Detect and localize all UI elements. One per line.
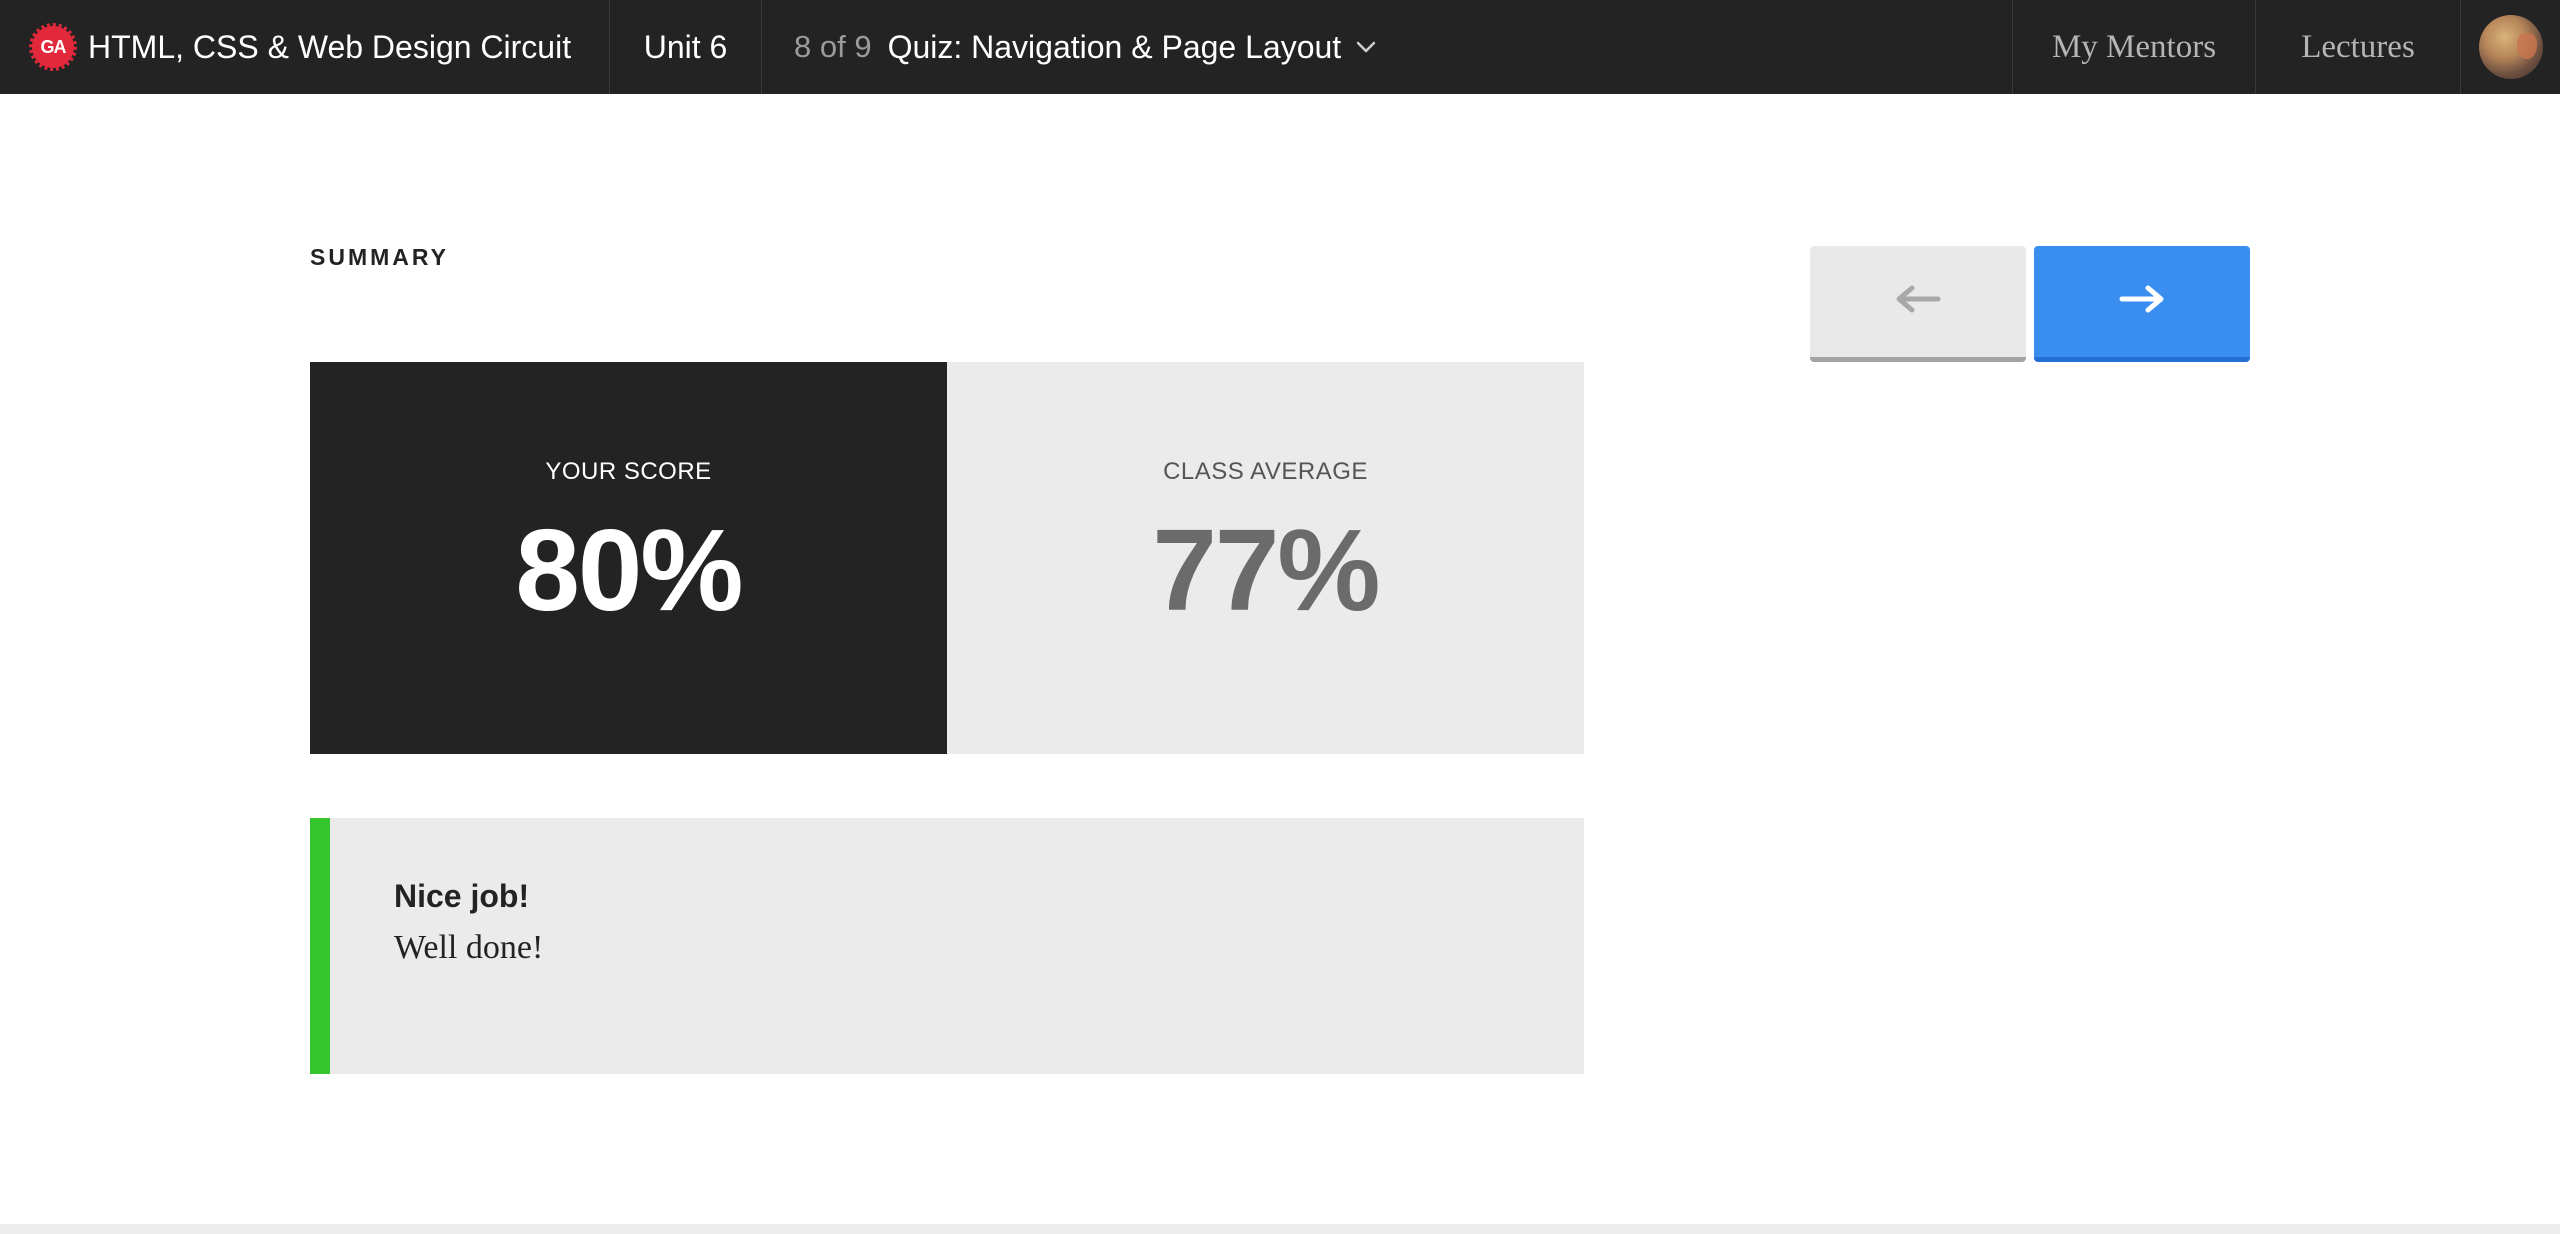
next-button[interactable] — [2034, 246, 2250, 362]
arrow-right-icon — [2118, 284, 2166, 319]
lesson-count: 8 of 9 — [794, 29, 872, 64]
feedback-title: Nice job! — [394, 878, 530, 914]
class-average-label: CLASS AVERAGE — [1163, 458, 1368, 485]
unit-label: Unit 6 — [643, 28, 728, 65]
chevron-down-icon — [1355, 36, 1377, 58]
class-average-value: 77% — [1152, 505, 1380, 635]
lesson-dropdown[interactable]: 8 of 9 Quiz: Navigation & Page Layout — [762, 0, 2012, 94]
feedback-panel: Nice job! Well done! — [310, 818, 1584, 1074]
course-home-link[interactable]: GA HTML, CSS & Web Design Circuit — [0, 0, 610, 94]
score-summary: YOUR SCORE 80% CLASS AVERAGE 77% — [310, 362, 1584, 754]
footer-divider — [0, 1224, 2560, 1234]
previous-button[interactable] — [1810, 246, 2026, 362]
my-mentors-label: My Mentors — [2051, 28, 2217, 65]
ga-logo-icon: GA — [29, 23, 77, 71]
user-menu[interactable] — [2460, 0, 2560, 94]
feedback-body: Well done! — [394, 929, 544, 966]
summary-heading: SUMMARY — [310, 244, 449, 270]
avatar — [2478, 15, 2543, 79]
lectures-label: Lectures — [2301, 28, 2415, 65]
your-score-value: 80% — [515, 505, 743, 635]
top-navigation-bar: GA HTML, CSS & Web Design Circuit Unit 6… — [0, 0, 2560, 94]
class-average-card: CLASS AVERAGE 77% — [947, 362, 1584, 754]
my-mentors-link[interactable]: My Mentors — [2012, 0, 2255, 94]
logo-text: GA — [40, 36, 67, 57]
course-title: HTML, CSS & Web Design Circuit — [88, 28, 572, 65]
lesson-title: Quiz: Navigation & Page Layout — [887, 28, 1342, 65]
your-score-card: YOUR SCORE 80% — [310, 362, 947, 754]
arrow-left-icon — [1894, 284, 1942, 319]
unit-selector[interactable]: Unit 6 — [610, 0, 762, 94]
lectures-link[interactable]: Lectures — [2255, 0, 2460, 94]
your-score-label: YOUR SCORE — [545, 458, 712, 485]
